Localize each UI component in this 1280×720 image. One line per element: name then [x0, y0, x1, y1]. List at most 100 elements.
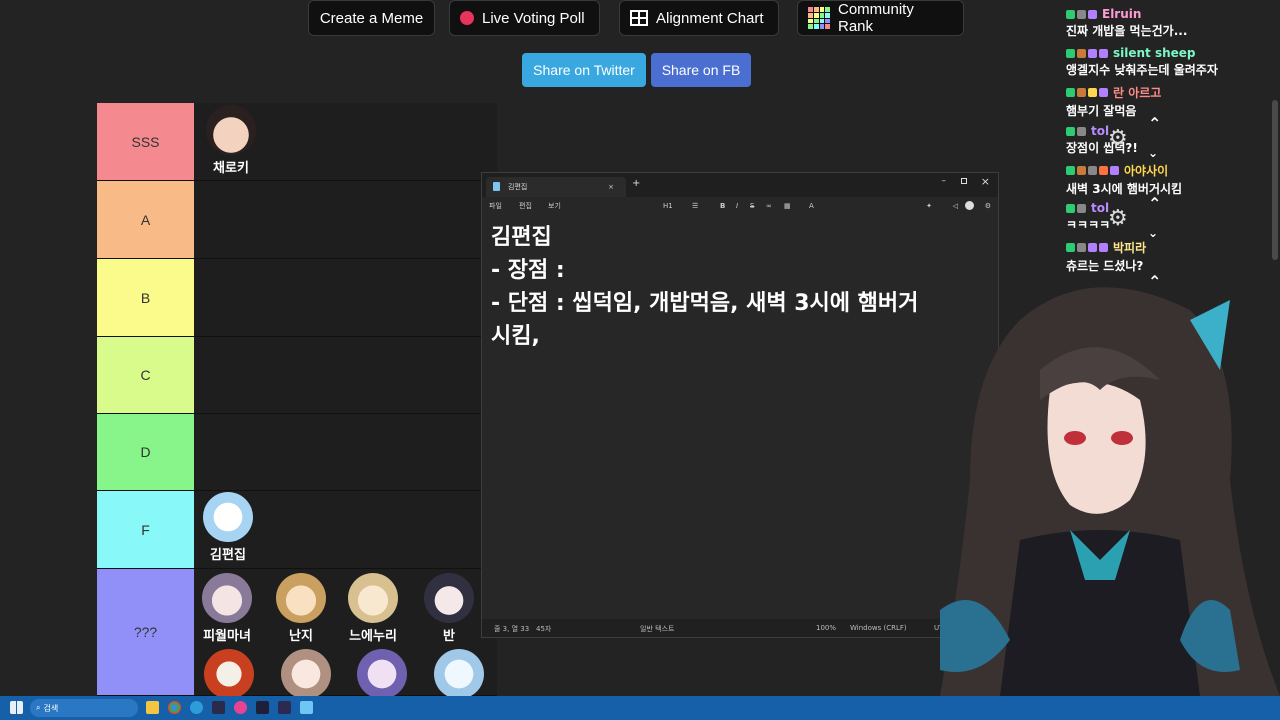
character-avatar[interactable] [434, 649, 484, 699]
chat-username: 박피라 [1113, 241, 1147, 255]
status-position: 줄 3, 열 33 [494, 625, 530, 633]
rank-grid-icon [808, 7, 830, 29]
chevron-down-icon: ⌄ [1148, 146, 1159, 160]
app-icon[interactable] [190, 701, 203, 714]
chat-username: 란 아르고 [1113, 86, 1162, 100]
menu-edit[interactable]: 편집 [519, 201, 532, 211]
chat-message: tol ㅋㅋㅋㅋ [1066, 201, 1276, 233]
app-icon[interactable] [234, 701, 247, 714]
create-meme-button[interactable]: Create a Meme [308, 0, 435, 36]
tier-character[interactable]: 피월마녀 [190, 573, 264, 644]
windows-start-icon[interactable] [10, 701, 23, 714]
vscode-icon[interactable] [256, 701, 269, 714]
chrome-icon[interactable] [168, 701, 181, 714]
table-icon[interactable]: ▦ [784, 202, 791, 210]
tier-row-sss[interactable]: 채로키 [194, 103, 497, 180]
heading-select[interactable]: H1 [663, 202, 673, 210]
account-icon[interactable] [965, 201, 974, 210]
chevron-up-icon: ⌃ [1148, 272, 1162, 291]
tier-row-b[interactable] [194, 259, 497, 336]
taskbar-search-box[interactable]: ⌕ 검색 [30, 699, 138, 717]
link-icon[interactable]: ∞ [766, 202, 772, 210]
alignment-chart-button[interactable]: Alignment Chart [619, 0, 779, 36]
notepad-menubar: 파일 편집 보기 H1 ☰ B I S ∞ ▦ A ✦ ◁ ⚙ [482, 197, 998, 215]
maximize-icon[interactable] [961, 178, 967, 184]
menu-view[interactable]: 보기 [548, 201, 561, 211]
chevron-up-icon: ⌃ [1148, 114, 1162, 133]
page-scrollbar[interactable] [1272, 100, 1278, 260]
notepad-titlebar[interactable]: 김편집 × + – × [482, 173, 998, 197]
file-explorer-icon[interactable] [146, 701, 159, 714]
tier-b: B [97, 259, 497, 337]
live-voting-poll-button[interactable]: Live Voting Poll [449, 0, 600, 36]
tier-unknown: ??? 피월마녀 난지 느에누리 반 [97, 569, 497, 699]
tier-character[interactable]: 김편집 [191, 492, 265, 563]
stream-screen: Create a Meme Live Voting Poll Alignment… [0, 0, 1280, 720]
chat-message: silent sheep 앵겔지수 낮춰주는데 울려주자 [1066, 46, 1276, 78]
chat-message: 란 아르고 햄부기 잘먹음 [1066, 84, 1276, 119]
character-name: 채로키 [213, 161, 249, 176]
close-tab-icon[interactable]: × [608, 183, 614, 191]
tier-character[interactable]: 난지 [264, 573, 338, 644]
new-tab-icon[interactable]: + [632, 178, 640, 189]
share-fb-button[interactable]: Share on FB [651, 53, 751, 87]
tier-row-unknown[interactable]: 피월마녀 난지 느에누리 반 [194, 569, 497, 699]
taskbar: ⌕ 검색 [0, 696, 1280, 720]
chat-username: Elruin [1102, 7, 1142, 21]
chat-username: tol [1091, 124, 1110, 138]
character-name: 느에누리 [349, 629, 397, 644]
menu-file[interactable]: 파일 [489, 201, 502, 211]
notepad-tab[interactable]: 김편집 × [486, 177, 626, 197]
italic-icon[interactable]: I [736, 202, 738, 210]
share-icon[interactable]: ◁ [953, 202, 958, 210]
app-icon[interactable] [212, 701, 225, 714]
tier-a: A [97, 181, 497, 259]
grid-icon [630, 10, 648, 26]
tier-character[interactable]: 느에누리 [336, 573, 410, 644]
character-avatar[interactable] [281, 649, 331, 699]
character-avatar[interactable] [204, 649, 254, 699]
character-name: 김편집 [210, 548, 246, 563]
strikethrough-icon[interactable]: S [750, 202, 754, 210]
character-avatar [348, 573, 398, 623]
chat-text: 츄르는 드셨나? [1066, 259, 1144, 273]
tier-label-c: C [97, 337, 194, 413]
character-avatar [202, 573, 252, 623]
copilot-icon[interactable]: ✦ [926, 202, 932, 210]
live-dot-icon [460, 11, 474, 25]
status-zoom[interactable]: 100% [816, 624, 836, 632]
tier-row-f[interactable]: 김편집 [194, 491, 497, 568]
chat-username: tol [1091, 201, 1110, 215]
tier-f: F 김편집 [97, 491, 497, 569]
community-rank-label: Community Rank [838, 1, 914, 35]
minimize-icon[interactable]: – [942, 176, 947, 186]
tier-label-unknown: ??? [97, 569, 194, 695]
tier-row-c[interactable] [194, 337, 497, 413]
character-name: 피월마녀 [203, 629, 251, 644]
taskbar-search-label: 검색 [43, 703, 59, 713]
chevron-down-icon: ⌄ [1148, 226, 1159, 240]
tier-character[interactable]: 반 [412, 573, 486, 644]
character-avatar [206, 105, 256, 155]
vscode-icon[interactable] [278, 701, 291, 714]
chat-text: 햄부기 잘먹음 [1066, 104, 1137, 118]
vtuber-avatar [940, 287, 1280, 696]
bold-icon[interactable]: B [720, 202, 725, 210]
clear-format-icon[interactable]: A [809, 202, 814, 210]
create-meme-label: Create a Meme [319, 9, 424, 27]
notepad-taskbar-icon[interactable] [300, 701, 313, 714]
list-icon[interactable]: ☰ [692, 202, 698, 210]
settings-icon[interactable]: ⚙ [985, 202, 991, 210]
tier-row-a[interactable] [194, 181, 497, 258]
chat-message: Elruin 진짜 개밥을 먹는건가... [1066, 7, 1276, 39]
community-rank-button[interactable]: Community Rank [797, 0, 964, 36]
share-twitter-button[interactable]: Share on Twitter [522, 53, 646, 87]
tier-label-b: B [97, 259, 194, 336]
tier-c: C [97, 337, 497, 414]
tier-row-d[interactable] [194, 414, 497, 490]
chat-message: 박피라 츄르는 드셨나? [1066, 239, 1276, 274]
close-window-icon[interactable]: × [981, 175, 990, 188]
character-avatar[interactable] [357, 649, 407, 699]
chat-text: 진짜 개밥을 먹는건가... [1066, 24, 1188, 38]
tier-character[interactable]: 채로키 [194, 105, 268, 176]
